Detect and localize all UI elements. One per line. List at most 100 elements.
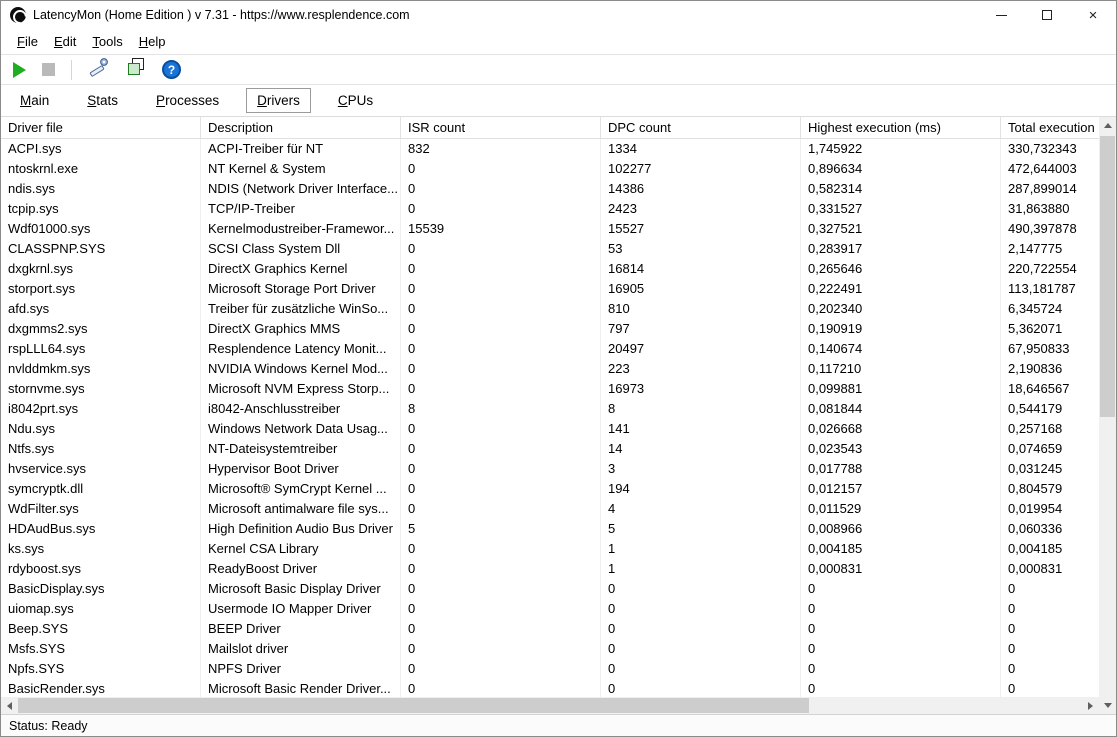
scroll-right-arrow-icon[interactable] [1082,697,1099,714]
table-cell: NPFS Driver [201,659,401,679]
table-row[interactable]: Beep.SYSBEEP Driver0000 [1,619,1099,639]
scroll-left-arrow-icon[interactable] [1,697,18,714]
table-row[interactable]: ntoskrnl.exeNT Kernel & System01022770,8… [1,159,1099,179]
table-row[interactable]: uiomap.sysUsermode IO Mapper Driver0000 [1,599,1099,619]
table-row[interactable]: CLASSPNP.SYSSCSI Class System Dll0530,28… [1,239,1099,259]
table-cell: ks.sys [1,539,201,559]
table-cell: 0 [601,639,801,659]
table-cell: 0 [401,559,601,579]
minimize-button[interactable] [978,1,1024,29]
table-row[interactable]: afd.sysTreiber für zusätzliche WinSo...0… [1,299,1099,319]
table-cell: 0 [401,659,601,679]
table-cell: 0 [1001,619,1099,639]
menu-edit[interactable]: Edit [46,31,84,52]
column-header[interactable]: DPC count [601,117,801,138]
menu-tools[interactable]: Tools [84,31,130,52]
maximize-button[interactable] [1024,1,1070,29]
table-cell: SCSI Class System Dll [201,239,401,259]
tab-cpus[interactable]: CPUs [327,88,384,113]
table-cell: 0 [401,619,601,639]
table-cell: Hypervisor Boot Driver [201,459,401,479]
table-row[interactable]: BasicDisplay.sysMicrosoft Basic Display … [1,579,1099,599]
close-button[interactable]: × [1070,1,1116,29]
table-row[interactable]: Msfs.SYSMailslot driver0000 [1,639,1099,659]
table-cell: 0 [401,159,601,179]
stop-icon [42,63,55,76]
table-cell: 0,011529 [801,499,1001,519]
table-row[interactable]: Ntfs.sysNT-Dateisystemtreiber0140,023543… [1,439,1099,459]
table-cell: stornvme.sys [1,379,201,399]
horizontal-scrollbar[interactable] [1,697,1099,714]
table-row[interactable]: storport.sysMicrosoft Storage Port Drive… [1,279,1099,299]
table-row[interactable]: hvservice.sysHypervisor Boot Driver030,0… [1,459,1099,479]
tab-processes[interactable]: Processes [145,88,230,113]
table-row[interactable]: WdFilter.sysMicrosoft antimalware file s… [1,499,1099,519]
table-row[interactable]: dxgmms2.sysDirectX Graphics MMS07970,190… [1,319,1099,339]
help-button[interactable]: ? [162,60,181,79]
table-cell: 330,732343 [1001,139,1099,159]
table-cell: NDIS (Network Driver Interface... [201,179,401,199]
table-cell: 0,140674 [801,339,1001,359]
table-row[interactable]: rdyboost.sysReadyBoost Driver010,0008310… [1,559,1099,579]
table-cell: uiomap.sys [1,599,201,619]
menu-help[interactable]: Help [131,31,174,52]
column-header[interactable]: ISR count [401,117,601,138]
table-cell: 0,031245 [1001,459,1099,479]
table-row[interactable]: Wdf01000.sysKernelmodustreiber-Framewor.… [1,219,1099,239]
table-cell: 0,008966 [801,519,1001,539]
table-cell: 0,327521 [801,219,1001,239]
table-cell: Resplendence Latency Monit... [201,339,401,359]
column-header[interactable]: Highest execution (ms) [801,117,1001,138]
horizontal-scroll-thumb[interactable] [18,698,809,713]
table-cell: HDAudBus.sys [1,519,201,539]
table-row[interactable]: stornvme.sysMicrosoft NVM Express Storp.… [1,379,1099,399]
table-row[interactable]: nvlddmkm.sysNVIDIA Windows Kernel Mod...… [1,359,1099,379]
stop-monitor-button[interactable] [42,63,55,76]
table-cell: Ntfs.sys [1,439,201,459]
table-row[interactable]: ks.sysKernel CSA Library010,0041850,0041… [1,539,1099,559]
table-cell: 0,074659 [1001,439,1099,459]
table-row[interactable]: BasicRender.sysMicrosoft Basic Render Dr… [1,679,1099,697]
table-cell: Microsoft Basic Render Driver... [201,679,401,697]
copy-report-button[interactable] [126,57,146,82]
tab-main[interactable]: Main [9,88,60,113]
table-cell: 1334 [601,139,801,159]
scroll-down-arrow-icon[interactable] [1099,697,1116,714]
table-row[interactable]: Ndu.sysWindows Network Data Usag...01410… [1,419,1099,439]
table-cell: 0,896634 [801,159,1001,179]
table-cell: 0 [401,319,601,339]
table-row[interactable]: HDAudBus.sysHigh Definition Audio Bus Dr… [1,519,1099,539]
table-cell: Microsoft NVM Express Storp... [201,379,401,399]
table-row[interactable]: rspLLL64.sysResplendence Latency Monit..… [1,339,1099,359]
table-row[interactable]: tcpip.sysTCP/IP-Treiber024230,33152731,8… [1,199,1099,219]
table-cell: tcpip.sys [1,199,201,219]
table-cell: 0 [401,379,601,399]
table-cell: 0,017788 [801,459,1001,479]
table-cell: 0,012157 [801,479,1001,499]
driver-tools-button[interactable] [88,57,110,82]
tab-drivers[interactable]: Drivers [246,88,311,113]
vertical-scroll-thumb[interactable] [1100,136,1115,417]
menu-file[interactable]: File [9,31,46,52]
table-cell: i8042prt.sys [1,399,201,419]
table-cell: BEEP Driver [201,619,401,639]
column-header[interactable]: Description [201,117,401,138]
column-header[interactable]: Driver file [1,117,201,138]
tab-stats[interactable]: Stats [76,88,129,113]
table-cell: 0,804579 [1001,479,1099,499]
table-row[interactable]: ndis.sysNDIS (Network Driver Interface..… [1,179,1099,199]
scroll-up-arrow-icon[interactable] [1099,117,1116,134]
vertical-scrollbar[interactable] [1099,117,1116,714]
table-row[interactable]: dxgkrnl.sysDirectX Graphics Kernel016814… [1,259,1099,279]
table-cell: Mailslot driver [201,639,401,659]
column-header[interactable]: Total execution (ms) [1001,117,1099,138]
start-monitor-button[interactable] [13,62,26,78]
table-row[interactable]: i8042prt.sysi8042-Anschlusstreiber880,08… [1,399,1099,419]
table-row[interactable]: Npfs.SYSNPFS Driver0000 [1,659,1099,679]
table-row[interactable]: ACPI.sysACPI-Treiber für NT83213341,7459… [1,139,1099,159]
table-row[interactable]: symcryptk.dllMicrosoft® SymCrypt Kernel … [1,479,1099,499]
app-icon [10,7,26,23]
window-title: LatencyMon (Home Edition ) v 7.31 - http… [33,8,410,22]
table-cell: 16973 [601,379,801,399]
table-cell: 3 [601,459,801,479]
